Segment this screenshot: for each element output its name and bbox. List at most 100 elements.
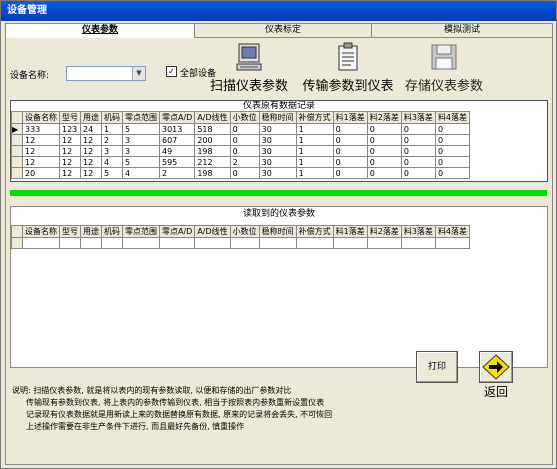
table-cell[interactable]: 12 <box>59 134 81 146</box>
column-header[interactable]: 料4落差 <box>434 225 471 238</box>
column-header[interactable]: 设备名称 <box>22 225 60 238</box>
table-cell[interactable]: 0 <box>229 134 260 146</box>
table-cell[interactable] <box>59 237 81 249</box>
table-cell[interactable]: 333 <box>22 123 60 135</box>
table-cell[interactable]: 0 <box>366 156 402 168</box>
table-cell[interactable]: 198 <box>194 167 231 179</box>
column-header[interactable]: 补偿方式 <box>295 111 334 124</box>
device-name-select[interactable]: ▼ <box>66 66 146 81</box>
all-devices-checkbox[interactable]: ✓ <box>166 66 177 77</box>
table-cell[interactable]: 0 <box>366 134 402 146</box>
table-cell[interactable]: 4 <box>101 156 123 168</box>
column-header[interactable]: 料3落差 <box>400 111 436 124</box>
table-row[interactable]: 20 12 12 5 4 2 198 0 30 1 0 0 0 0 <box>11 167 471 179</box>
table-cell[interactable]: 0 <box>229 167 260 179</box>
transfer-params-button[interactable]: 传输参数到仪表 <box>298 42 398 94</box>
table-cell[interactable]: 212 <box>194 156 231 168</box>
table-cell[interactable]: 12 <box>22 145 60 157</box>
table-cell[interactable]: 1 <box>295 123 334 135</box>
table-cell[interactable]: 49 <box>158 145 196 157</box>
column-header[interactable]: 料3落差 <box>400 225 436 238</box>
column-header[interactable]: 料1落差 <box>332 225 368 238</box>
table-cell[interactable]: 12 <box>59 167 81 179</box>
table-cell[interactable]: 3 <box>101 145 123 157</box>
table-row[interactable]: 12 12 12 2 3 607 200 0 30 1 0 0 0 0 <box>11 134 471 146</box>
table-cell[interactable] <box>158 237 196 249</box>
table-cell[interactable]: 5 <box>122 123 160 135</box>
table-cell[interactable]: 20 <box>22 167 60 179</box>
table-cell[interactable] <box>101 237 123 249</box>
print-button[interactable]: 打印 <box>416 351 458 383</box>
column-header[interactable]: 用途 <box>80 111 102 124</box>
row-selector[interactable] <box>11 156 23 168</box>
column-header[interactable]: 稳称时间 <box>258 111 297 124</box>
table-cell[interactable]: 607 <box>158 134 196 146</box>
row-selector[interactable] <box>11 134 23 146</box>
column-header[interactable]: A/D线性 <box>194 225 231 238</box>
column-header[interactable]: 型号 <box>59 111 81 124</box>
table-cell[interactable] <box>22 237 60 249</box>
table-cell[interactable]: 1 <box>295 145 334 157</box>
table-cell[interactable]: 24 <box>80 123 102 135</box>
table-cell[interactable]: 0 <box>332 123 368 135</box>
column-header[interactable]: A/D线性 <box>194 111 231 124</box>
table-cell[interactable]: 2 <box>229 156 260 168</box>
table-cell[interactable] <box>229 237 260 249</box>
table-cell[interactable]: 1 <box>101 123 123 135</box>
back-button[interactable] <box>479 351 513 383</box>
table-cell[interactable] <box>295 237 334 249</box>
table-cell[interactable]: 0 <box>366 123 402 135</box>
table-cell[interactable] <box>122 237 160 249</box>
chevron-down-icon[interactable]: ▼ <box>132 67 145 80</box>
table-cell[interactable]: 12 <box>80 156 102 168</box>
column-header[interactable]: 稳称时间 <box>258 225 297 238</box>
table-cell[interactable]: 200 <box>194 134 231 146</box>
table-cell[interactable]: 0 <box>400 123 436 135</box>
row-selector[interactable]: ▶ <box>11 123 23 135</box>
column-header[interactable]: 型号 <box>59 225 81 238</box>
tab-simulation-test[interactable]: 模拟测试 <box>371 23 553 37</box>
table-cell[interactable]: 2 <box>101 134 123 146</box>
column-header[interactable]: 零点A/D <box>158 225 196 238</box>
save-params-button[interactable]: 存储仪表参数 <box>402 42 486 94</box>
table-cell[interactable]: 0 <box>434 167 471 179</box>
column-header[interactable]: 补偿方式 <box>295 225 334 238</box>
column-header[interactable]: 料1落差 <box>332 111 368 124</box>
table-cell[interactable]: 518 <box>194 123 231 135</box>
table-cell[interactable]: 5 <box>101 167 123 179</box>
table-cell[interactable]: 12 <box>80 167 102 179</box>
table-cell[interactable] <box>194 237 231 249</box>
column-header[interactable]: 用途 <box>80 225 102 238</box>
table-cell[interactable]: 12 <box>59 156 81 168</box>
table-cell[interactable]: 1 <box>295 156 334 168</box>
table-cell[interactable]: 30 <box>258 145 297 157</box>
table-cell[interactable]: 30 <box>258 123 297 135</box>
table-row[interactable]: ▶ 333 123 24 1 5 3013 518 0 30 1 0 0 0 0 <box>11 123 471 135</box>
existing-records-grid[interactable]: 仪表原有数据记录 设备名称 型号 用途 机码 零点范围 零点A/D A/D线性 小数位 稳称时间… <box>10 100 548 182</box>
table-cell[interactable]: 198 <box>194 145 231 157</box>
table-cell[interactable]: 30 <box>258 134 297 146</box>
column-header[interactable]: 零点范围 <box>122 225 160 238</box>
column-header[interactable]: 小数位 <box>229 111 260 124</box>
table-cell[interactable]: 30 <box>258 167 297 179</box>
table-cell[interactable]: 0 <box>434 156 471 168</box>
table-cell[interactable]: 0 <box>332 134 368 146</box>
tab-instrument-params[interactable]: 仪表参数 <box>5 23 195 38</box>
table-cell[interactable]: 12 <box>22 134 60 146</box>
table-cell[interactable]: 1 <box>295 134 334 146</box>
column-header[interactable]: 料2落差 <box>366 111 402 124</box>
table-cell[interactable] <box>80 237 102 249</box>
table-cell[interactable]: 30 <box>258 156 297 168</box>
column-header[interactable]: 机码 <box>101 111 123 124</box>
table-cell[interactable]: 595 <box>158 156 196 168</box>
table-cell[interactable] <box>400 237 436 249</box>
table-row[interactable]: 12 12 12 4 5 595 212 2 30 1 0 0 0 0 <box>11 156 471 168</box>
table-cell[interactable]: 3 <box>122 145 160 157</box>
table-cell[interactable]: 0 <box>229 123 260 135</box>
table-cell[interactable]: 123 <box>59 123 81 135</box>
table-cell[interactable] <box>332 237 368 249</box>
table-row[interactable]: 12 12 12 3 3 49 198 0 30 1 0 0 0 0 <box>11 145 471 157</box>
tab-instrument-calibration[interactable]: 仪表标定 <box>193 23 373 37</box>
read-params-grid[interactable]: 读取到的仪表参数 设备名称 型号 用途 机码 零点范围 零点A/D A/D线性 小数位 稳称时间… <box>10 206 548 368</box>
table-cell[interactable] <box>258 237 297 249</box>
